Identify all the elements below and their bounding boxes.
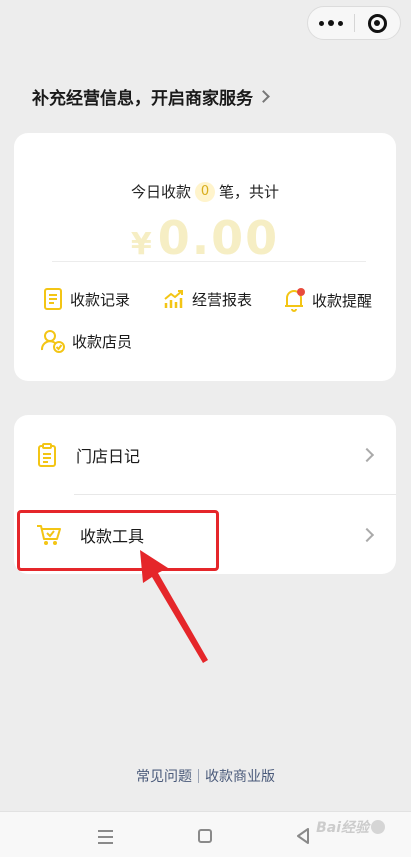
staff-icon <box>40 330 65 353</box>
income-card: 今日收款 0 笔，共计 ¥ 0.00 收款记录 经营报表 收款提醒 收款店员 <box>14 133 396 381</box>
amount-value: 0.00 <box>157 211 280 265</box>
chevron-right-icon <box>359 447 375 462</box>
today-count-badge: 0 <box>195 181 215 202</box>
shortcut-label: 经营报表 <box>192 290 253 309</box>
back-icon[interactable] <box>296 828 310 844</box>
shortcut-label: 收款提醒 <box>312 291 373 310</box>
dot <box>318 20 324 26</box>
today-amount: ¥ 0.00 <box>14 211 396 265</box>
clipboard-icon <box>38 442 56 467</box>
chart-icon <box>164 290 183 308</box>
business-edition-link[interactable]: 收款商业版 <box>205 766 275 786</box>
menu-item-label: 门店日记 <box>76 446 141 466</box>
shortcut-label: 收款店员 <box>72 332 133 351</box>
currency-symbol: ¥ <box>130 227 152 262</box>
bell-icon <box>285 288 305 312</box>
target-icon <box>367 13 387 33</box>
menu-icon[interactable] <box>98 830 113 848</box>
cart-icon <box>37 524 61 545</box>
dot <box>327 20 334 26</box>
chevron-right-icon <box>257 90 270 103</box>
footer-links: 常见问题 收款商业版 <box>0 766 411 786</box>
home-icon[interactable] <box>198 829 212 843</box>
chevron-right-icon <box>359 527 375 542</box>
receipt-icon <box>44 288 62 310</box>
close-button[interactable] <box>355 7 401 39</box>
shortcut-payment-records[interactable]: 收款记录 <box>42 287 130 311</box>
divider <box>52 261 366 262</box>
faq-link[interactable]: 常见问题 <box>136 766 192 786</box>
watermark: Bai经验 <box>316 817 385 837</box>
shortcut-staff[interactable]: 收款店员 <box>40 329 132 353</box>
shortcut-label: 收款记录 <box>70 290 131 309</box>
today-summary: 今日收款 0 笔，共计 <box>14 181 396 202</box>
footer-divider <box>198 769 199 783</box>
paw-icon <box>371 820 385 834</box>
shortcut-business-report[interactable]: 经营报表 <box>162 287 252 311</box>
merchant-info-label: 补充经营信息，开启商家服务 <box>32 89 253 109</box>
watermark-text: Bai经验 <box>316 820 369 836</box>
capsule-menu <box>307 6 401 40</box>
today-suffix: 笔，共计 <box>219 183 280 201</box>
menu-item-store-diary[interactable]: 门店日记 <box>14 415 396 494</box>
more-button[interactable] <box>308 7 354 39</box>
merchant-info-link[interactable]: 补充经营信息，开启商家服务 <box>32 84 270 109</box>
shortcut-payment-reminder[interactable]: 收款提醒 <box>282 287 372 313</box>
annotation-arrow-icon <box>140 550 208 663</box>
dot <box>337 20 343 26</box>
system-nav-bar: Bai经验 <box>0 811 411 857</box>
today-prefix: 今日收款 <box>130 183 191 201</box>
